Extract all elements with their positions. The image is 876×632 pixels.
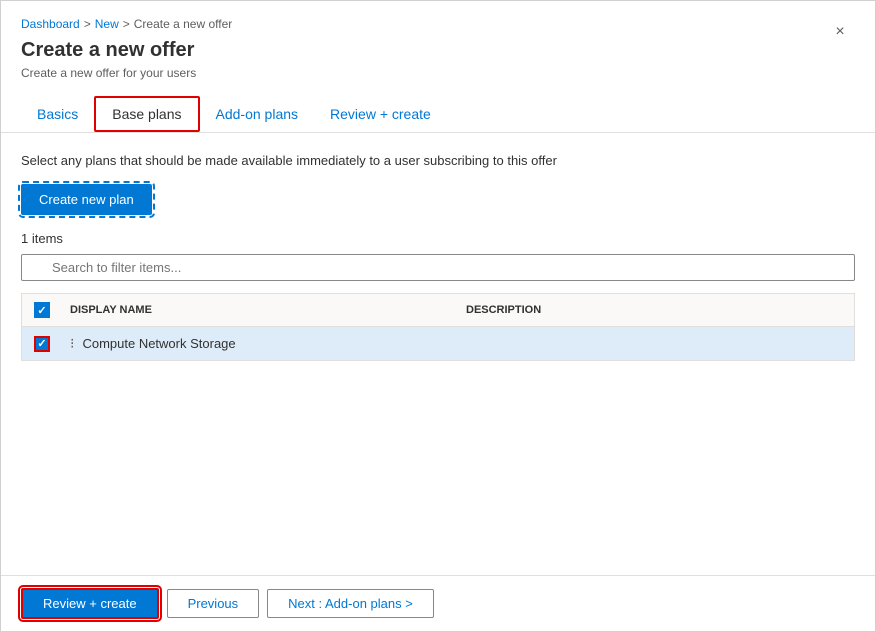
row-list-icon: ⁝ <box>70 335 74 352</box>
select-all-checkbox[interactable] <box>34 302 50 318</box>
row-name: Compute Network Storage <box>82 336 235 351</box>
row-checkbox[interactable] <box>34 336 50 352</box>
tab-basics[interactable]: Basics <box>21 96 94 132</box>
create-new-plan-button[interactable]: Create new plan <box>21 184 152 215</box>
title-row: Dashboard > New > Create a new offer Cre… <box>21 17 855 92</box>
breadcrumb-current: Create a new offer <box>134 17 233 31</box>
header-checkbox-cell <box>22 302 62 318</box>
tab-add-on-plans[interactable]: Add-on plans <box>200 96 315 132</box>
table-row[interactable]: ⁝ Compute Network Storage <box>22 327 854 360</box>
page-title: Create a new offer <box>21 39 232 62</box>
row-name-cell: ⁝ Compute Network Storage <box>62 335 458 352</box>
description-text: Select any plans that should be made ava… <box>21 153 855 168</box>
row-checkbox-cell <box>22 336 62 352</box>
breadcrumb-dashboard[interactable]: Dashboard <box>21 17 80 31</box>
panel-footer: Review + create Previous Next : Add-on p… <box>1 575 875 631</box>
close-button[interactable]: × <box>825 17 855 47</box>
breadcrumb-new[interactable]: New <box>95 17 119 31</box>
col-display-name: DISPLAY NAME <box>62 304 458 316</box>
main-panel: Dashboard > New > Create a new offer Cre… <box>0 0 876 632</box>
tab-review-create[interactable]: Review + create <box>314 96 447 132</box>
search-input[interactable] <box>21 254 855 281</box>
search-container: 🔍 <box>21 254 855 281</box>
items-count: 1 items <box>21 231 855 246</box>
sep2: > <box>123 17 130 31</box>
sep1: > <box>84 17 91 31</box>
tab-bar: Basics Base plans Add-on plans Review + … <box>21 96 855 132</box>
panel-content: Select any plans that should be made ava… <box>1 133 875 575</box>
table-header: DISPLAY NAME DESCRIPTION <box>22 294 854 327</box>
items-table: DISPLAY NAME DESCRIPTION ⁝ Compute Netwo… <box>21 293 855 361</box>
panel-header: Dashboard > New > Create a new offer Cre… <box>1 1 875 133</box>
next-button[interactable]: Next : Add-on plans > <box>267 589 434 618</box>
review-create-button[interactable]: Review + create <box>21 588 159 619</box>
tab-base-plans[interactable]: Base plans <box>94 96 199 132</box>
page-subtitle: Create a new offer for your users <box>21 66 232 80</box>
header-left: Dashboard > New > Create a new offer Cre… <box>21 17 232 92</box>
breadcrumb: Dashboard > New > Create a new offer <box>21 17 232 31</box>
previous-button[interactable]: Previous <box>167 589 260 618</box>
col-description: DESCRIPTION <box>458 304 854 316</box>
